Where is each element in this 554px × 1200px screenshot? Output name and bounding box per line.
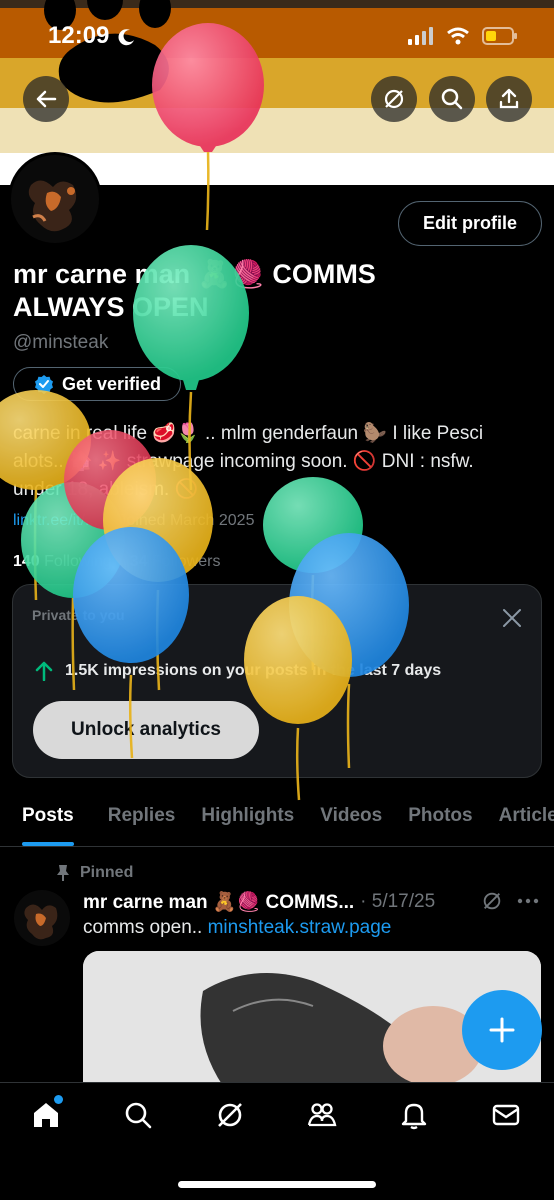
grok-icon xyxy=(384,89,404,109)
share-button[interactable] xyxy=(486,76,532,122)
pinned-indicator: Pinned xyxy=(56,864,133,882)
wifi-icon xyxy=(447,27,469,45)
profile-meta: linktr.ee/it/... Joined March 2025 xyxy=(13,512,254,530)
following-label: Following xyxy=(44,553,112,570)
following-link[interactable]: 140 Following xyxy=(13,553,112,571)
plus-icon xyxy=(489,1017,515,1043)
post-author-name[interactable]: mr carne man 🧸🧶 COMMS... xyxy=(83,890,354,914)
profile-avatar[interactable] xyxy=(8,152,102,246)
pinned-label: Pinned xyxy=(80,864,134,881)
following-count: 140 xyxy=(13,553,40,570)
close-icon[interactable] xyxy=(501,607,523,629)
bio-line: carne in real life 🥩🌷 .. mlm genderfaun … xyxy=(13,423,484,444)
communities-icon[interactable] xyxy=(306,1099,338,1131)
signal-icon xyxy=(408,27,433,45)
verified-badge-icon xyxy=(35,375,53,394)
tab-articles[interactable]: Articles xyxy=(499,795,554,846)
private-label: Private to you xyxy=(32,607,125,623)
profile-joined: Joined March 2025 xyxy=(118,512,255,529)
tab-label: Posts xyxy=(22,805,74,826)
post-text: comms open.. minshteak.straw.page xyxy=(83,917,391,939)
unlock-analytics-button[interactable]: Unlock analytics xyxy=(33,701,259,759)
post-body: comms open.. xyxy=(83,917,203,938)
tab-videos[interactable]: Videos xyxy=(320,795,382,846)
profile-tabs: Posts Replies Highlights Videos Photos A… xyxy=(0,795,554,847)
tab-replies[interactable]: Replies xyxy=(108,795,176,846)
battery-icon xyxy=(482,27,517,45)
compose-post-button[interactable] xyxy=(462,990,542,1070)
get-verified-button[interactable]: Get verified xyxy=(13,367,181,401)
followers-label: Followers xyxy=(152,553,221,570)
search-icon[interactable] xyxy=(122,1099,154,1131)
grok-button[interactable] xyxy=(371,76,417,122)
back-button[interactable] xyxy=(23,76,69,122)
post-avatar[interactable] xyxy=(14,890,70,946)
tab-label: Photos xyxy=(408,805,473,826)
active-tab-indicator xyxy=(22,842,74,846)
post-link[interactable]: minshteak.straw.page xyxy=(208,917,392,938)
analytics-card: Private to you 1.5K impressions on your … xyxy=(12,584,542,778)
messages-icon[interactable] xyxy=(490,1099,522,1131)
tab-label: Articles xyxy=(498,805,554,826)
post-date[interactable]: · 5/17/25 xyxy=(360,891,435,913)
post-header: mr carne man 🧸🧶 COMMS... · 5/17/25 xyxy=(83,890,543,914)
tab-label: Videos xyxy=(320,805,383,826)
impressions-text: 1.5K impressions on your posts in the la… xyxy=(65,662,442,679)
back-arrow-icon xyxy=(36,90,57,108)
pin-icon xyxy=(57,865,69,881)
status-bar: 12:09 xyxy=(0,18,554,58)
share-icon xyxy=(499,88,519,109)
followers-link[interactable]: 34 Followers xyxy=(130,553,221,571)
tab-highlights[interactable]: Highlights xyxy=(201,795,294,846)
notifications-icon[interactable] xyxy=(398,1099,430,1131)
get-verified-label: Get verified xyxy=(62,373,162,394)
tab-label: Highlights xyxy=(201,805,295,826)
moon-icon xyxy=(118,29,134,46)
avatar-image xyxy=(11,155,99,243)
bio-line: alots.. 🏠 ✨ strawpage incoming soon. 🚫 D… xyxy=(13,451,474,472)
home-indicator xyxy=(178,1181,376,1188)
profile-link[interactable]: linktr.ee/it/... xyxy=(13,512,98,530)
bio-line: under 18, ableism. 🚫 xyxy=(13,479,199,500)
search-button[interactable] xyxy=(429,76,475,122)
arrow-up-icon xyxy=(35,661,53,681)
avatar-image xyxy=(14,890,70,946)
edit-profile-button[interactable]: Edit profile xyxy=(398,201,542,246)
impressions-row: 1.5K impressions on your posts in the la… xyxy=(35,661,441,681)
search-icon xyxy=(441,88,463,110)
tab-label: Replies xyxy=(107,805,176,826)
profile-name: mr carne man 🧸🧶 COMMS ALWAYS OPEN xyxy=(13,259,376,322)
followers-count: 34 xyxy=(129,553,148,570)
more-options-icon[interactable] xyxy=(517,898,539,904)
status-time: 12:09 xyxy=(48,22,110,49)
grok-icon[interactable] xyxy=(481,890,503,912)
notification-dot xyxy=(54,1095,63,1104)
profile-bio: carne in real life 🥩🌷 .. mlm genderfaun … xyxy=(13,420,538,504)
tab-photos[interactable]: Photos xyxy=(408,795,472,846)
profile-handle: @minsteak xyxy=(13,332,109,353)
grok-icon[interactable] xyxy=(214,1099,246,1131)
follow-counts: 140 Following 34 Followers xyxy=(13,553,220,571)
tab-posts[interactable]: Posts xyxy=(22,795,74,846)
